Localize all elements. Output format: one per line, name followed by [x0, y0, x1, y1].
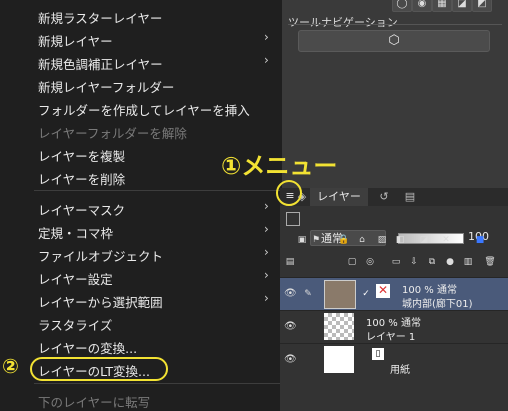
layer-panel: ≡ ◈ レイヤー ↺ ▤ 通常 100 ▣ ⚑ 🔒 ⌂ ▨ ◧ ◪ ✕ ■ ▤ … — [280, 188, 508, 411]
submenu-arrow-icon: › — [264, 245, 269, 259]
ruler-icon[interactable]: ◧ — [394, 234, 406, 246]
menu-separator — [34, 383, 282, 384]
menu-item-ungroup-folder: レイヤーフォルダーを解除 — [38, 126, 187, 141]
draft-icon[interactable]: ◪ — [418, 234, 430, 246]
color-swap-icon[interactable]: ■ — [474, 234, 486, 246]
submenu-arrow-icon: › — [264, 53, 269, 67]
opacity-slider[interactable] — [398, 233, 464, 244]
reference-icon[interactable]: ⚑ — [310, 234, 322, 246]
tool-navigation-panel: ◯ ◉ ▦ ◪ ◩ ツールナビゲーション ⬡ — [284, 0, 508, 60]
mask-delete-icon[interactable]: ▥ — [462, 256, 474, 268]
circle-icon[interactable]: ◯ — [392, 0, 412, 12]
layer-name: 用紙 — [390, 365, 410, 376]
layer-color-icon[interactable] — [286, 212, 300, 226]
menu-item-selection-from-layer[interactable]: レイヤーから選択範囲 — [38, 292, 163, 311]
submenu-arrow-icon: › — [264, 291, 269, 305]
divider — [288, 24, 502, 25]
edit-icon[interactable]: ✎ — [302, 288, 314, 300]
layer-property-icon[interactable]: ▤ — [402, 190, 418, 204]
layer-thumbnail — [324, 313, 354, 340]
submenu-arrow-icon: › — [264, 30, 269, 44]
layer-property-row: 通常 100 — [280, 208, 508, 246]
mask-icon[interactable]: ▨ — [376, 234, 388, 246]
submenu-arrow-icon: › — [264, 222, 269, 236]
paper-icon: ▯ — [372, 348, 384, 360]
layer-name: レイヤー 1 — [366, 332, 416, 343]
eye-icon[interactable]: 👁 — [284, 288, 297, 299]
reference-layer-icon: ✓ — [362, 289, 370, 299]
menu-item-new-raster-layer[interactable]: 新規ラスターレイヤー — [38, 8, 162, 27]
mask-add-icon[interactable]: ● — [444, 256, 456, 268]
tab-layer[interactable]: レイヤー — [310, 188, 368, 206]
tool-navigation-button[interactable]: ⬡ — [298, 30, 490, 52]
eye-icon[interactable]: 👁 — [284, 321, 297, 332]
layer-name: 城内部(廊下01) — [402, 299, 473, 310]
lock-icon[interactable]: 🔒 — [338, 234, 350, 246]
menu-item-ruler-frame[interactable]: 定規・コマ枠 — [38, 223, 113, 242]
new-raster-icon[interactable]: ▢ — [346, 256, 358, 268]
menu-item-convert-layer[interactable]: レイヤーの変換... — [38, 338, 137, 357]
new-folder-icon[interactable]: ▭ — [390, 256, 402, 268]
navigation-icon: ⬡ — [388, 33, 400, 48]
layer-opacity-blend: 100 % 通常 — [402, 285, 457, 296]
panel-list-icon[interactable]: ▤ — [284, 256, 296, 268]
menu-item-layer-settings[interactable]: レイヤー設定 — [38, 269, 113, 288]
menu-callout: ①メニュー — [221, 152, 338, 180]
trash-icon[interactable]: 🗑 — [484, 256, 496, 268]
mask-thumbnail-icon: ✕ — [376, 283, 390, 298]
layer-color-toggle-icon[interactable]: ✕ — [440, 234, 452, 246]
clip-icon[interactable]: ▣ — [296, 234, 308, 246]
menu-item-transfer-to-lower: 下のレイヤーに転写 — [38, 395, 151, 410]
layer-row[interactable]: 👁 ✎ ✓ ✕ 100 % 通常 城内部(廊下01) — [280, 277, 508, 310]
menu-separator — [34, 190, 282, 191]
menu-item-new-adjustment-layer[interactable]: 新規色調補正レイヤー — [38, 54, 163, 73]
menu-item-new-layer[interactable]: 新規レイヤー — [38, 31, 113, 50]
settings-icon[interactable]: ◩ — [472, 0, 492, 12]
lt-highlight-oval — [30, 357, 168, 381]
layer-tab-bar: ≡ ◈ レイヤー ↺ ▤ — [280, 188, 508, 206]
context-menu: 新規ラスターレイヤー 新規レイヤー › 新規色調補正レイヤー › 新規レイヤーフ… — [0, 0, 282, 411]
layer-row[interactable]: 👁 100 % 通常 レイヤー 1 — [280, 310, 508, 343]
menu-item-file-object[interactable]: ファイルオブジェクト — [38, 246, 163, 265]
new-vector-icon[interactable]: ◎ — [364, 256, 376, 268]
transfer-icon[interactable]: ⇩ — [408, 256, 420, 268]
submenu-arrow-icon: › — [264, 268, 269, 282]
submenu-arrow-icon: › — [264, 199, 269, 213]
tool-navigation-title: ツールナビゲーション — [288, 16, 398, 29]
merge-icon[interactable]: ⧉ — [426, 256, 438, 268]
menu-item-delete-layer[interactable]: レイヤーを削除 — [38, 169, 125, 188]
layer-opacity-blend: 100 % 通常 — [366, 318, 421, 329]
grid-icon[interactable]: ▦ — [432, 0, 452, 12]
layer-thumbnail — [324, 346, 354, 373]
lt-callout: ② — [2, 354, 19, 378]
square-icon[interactable]: ◪ — [452, 0, 472, 12]
sphere-icon[interactable]: ◉ — [412, 0, 432, 12]
menu-item-layer-mask[interactable]: レイヤーマスク — [38, 200, 125, 219]
layer-row[interactable]: 👁 ▯ 用紙 — [280, 343, 508, 376]
history-icon[interactable]: ↺ — [376, 190, 392, 204]
lock-transparency-icon[interactable]: ⌂ — [356, 234, 368, 246]
menu-highlight-circle — [276, 180, 302, 206]
menu-item-rasterize[interactable]: ラスタライズ — [38, 315, 112, 334]
menu-item-new-layer-folder[interactable]: 新規レイヤーフォルダー — [38, 77, 174, 96]
menu-item-create-folder-insert[interactable]: フォルダーを作成してレイヤーを挿入 — [38, 100, 250, 119]
menu-item-duplicate-layer[interactable]: レイヤーを複製 — [38, 146, 125, 165]
layer-thumbnail — [324, 280, 356, 309]
eye-icon[interactable]: 👁 — [284, 354, 297, 365]
